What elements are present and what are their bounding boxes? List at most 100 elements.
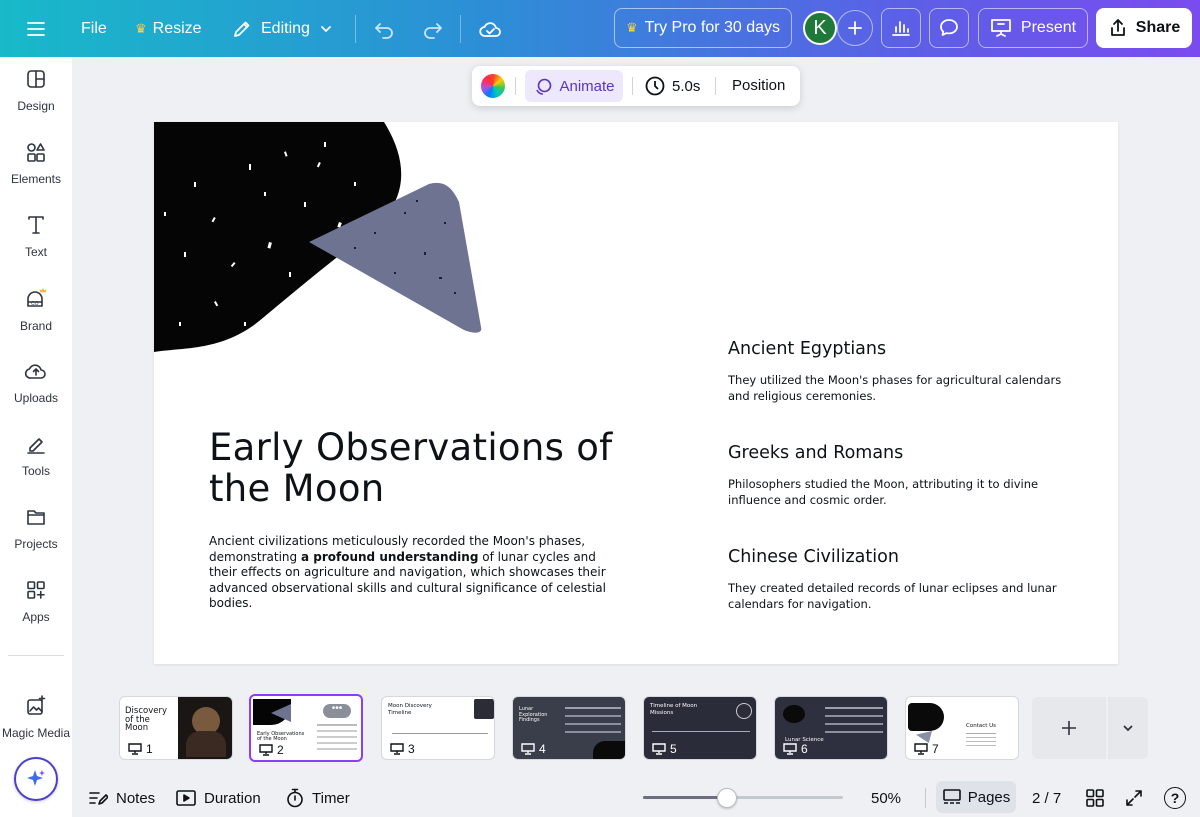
folder-icon <box>27 509 45 525</box>
animate-label: Animate <box>559 77 615 95</box>
expand-icon <box>1126 790 1142 806</box>
section-heading[interactable]: Ancient Egyptians <box>728 339 886 359</box>
share-button[interactable]: Share <box>1096 8 1192 48</box>
pages-icon <box>942 789 961 804</box>
thumb-image <box>178 697 232 759</box>
zoom-slider-fill <box>643 796 727 799</box>
thumb-title: Contact Us <box>966 723 997 729</box>
present-icon <box>390 743 404 755</box>
magic-media-icon <box>27 694 46 715</box>
page-thumbnail-7[interactable]: Contact Us 7 <box>905 696 1019 760</box>
resize-label: Resize <box>152 19 202 37</box>
page-options-button[interactable] <box>1108 697 1148 759</box>
user-avatar[interactable]: K <box>803 11 837 45</box>
thumb-image <box>474 699 494 719</box>
notes-button[interactable]: Notes <box>88 784 155 812</box>
help-button[interactable]: ? <box>1164 784 1186 812</box>
redo-icon <box>424 22 442 39</box>
thumb-title: Discovery of the Moon <box>125 706 167 733</box>
clock-icon <box>645 76 665 96</box>
sidebar-item-text[interactable]: Text <box>0 203 72 269</box>
help-icon: ? <box>1164 787 1186 809</box>
redo-button[interactable] <box>421 0 443 57</box>
editing-mode-dropdown[interactable]: Editing <box>232 0 333 57</box>
cloud-save-status[interactable] <box>478 0 502 57</box>
section-text[interactable]: They created detailed records of lunar e… <box>728 581 1068 612</box>
undo-button[interactable] <box>374 0 396 57</box>
section-heading[interactable]: Greeks and Romans <box>728 443 903 463</box>
sidebar-item-elements[interactable]: Elements <box>0 130 72 196</box>
play-box-icon <box>176 790 196 806</box>
duration-toggle-label: Duration <box>204 789 261 807</box>
zoom-slider-handle[interactable] <box>717 788 737 808</box>
sidebar-item-design[interactable]: Design <box>0 57 72 123</box>
page-thumbnail-4[interactable]: Lunar Exploration Findings 4 <box>512 696 626 760</box>
timer-label: Timer <box>312 789 350 807</box>
cloud-check-icon <box>479 21 501 37</box>
sidebar-item-apps[interactable]: Apps <box>0 568 72 634</box>
thumb-number: 3 <box>390 742 415 756</box>
toolbar-divider <box>460 15 461 43</box>
sidebar-label: Text <box>24 244 47 259</box>
duration-button[interactable]: 5.0s <box>644 75 700 97</box>
slide-body-text[interactable]: Ancient civilizations meticulously recor… <box>209 534 609 612</box>
left-sidebar: Design Elements Text CO Brand Uploads To… <box>0 57 72 817</box>
section-text[interactable]: Philosophers studied the Moon, attributi… <box>728 477 1068 508</box>
thumb-number: 5 <box>652 742 677 756</box>
page-thumbnail-3[interactable]: Moon Discovery Timeline 3 <box>381 696 495 760</box>
section-text[interactable]: They utilized the Moon's phases for agri… <box>728 373 1068 404</box>
animate-button[interactable]: Animate <box>525 70 623 102</box>
position-button[interactable]: Position <box>732 77 785 94</box>
moon-blob-graphic[interactable] <box>154 122 494 362</box>
sidebar-item-projects[interactable]: Projects <box>0 495 72 561</box>
page-thumbnail-1[interactable]: Discovery of the Moon 1 <box>119 696 233 760</box>
sidebar-label: Brand <box>19 318 53 333</box>
pencil-icon <box>234 21 250 37</box>
present-button[interactable]: Present <box>978 8 1088 48</box>
thumb-timeline <box>392 733 488 734</box>
sidebar-divider <box>8 655 64 656</box>
slide-title[interactable]: Early Observations of the Moon <box>209 427 629 509</box>
slide-canvas[interactable]: Early Observations of the Moon Ancient c… <box>154 122 1118 664</box>
thumb-image <box>783 705 805 723</box>
thumb-number: 6 <box>783 742 808 756</box>
magic-assistant-button[interactable] <box>14 757 58 801</box>
page-thumbnail-5[interactable]: Timeline of Moon Missions 5 <box>643 696 757 760</box>
duration-toggle[interactable]: Duration <box>176 784 261 812</box>
sidebar-item-magic-media[interactable]: Magic Media <box>0 684 72 750</box>
thumb-number: 1 <box>128 742 153 756</box>
invite-button[interactable] <box>837 10 873 46</box>
page-thumbnail-2[interactable]: ••• Early Observations of the Moon 2 <box>249 694 363 762</box>
zoom-level: 50% <box>871 789 902 807</box>
color-picker-button[interactable] <box>481 74 505 98</box>
pages-button[interactable]: Pages <box>936 781 1016 813</box>
sidebar-item-brand[interactable]: CO Brand <box>0 276 72 342</box>
zoom-slider[interactable] <box>643 788 843 808</box>
zoom-level-button[interactable]: 50% <box>871 784 901 812</box>
svg-text:CO: CO <box>31 301 39 307</box>
sidebar-item-tools[interactable]: Tools <box>0 422 72 488</box>
animate-icon <box>536 78 552 95</box>
add-page-button[interactable] <box>1032 697 1106 759</box>
grid-view-button[interactable] <box>1085 784 1105 812</box>
thumb-title: Early Observations of the Moon <box>257 731 305 742</box>
section-heading[interactable]: Chinese Civilization <box>728 547 899 567</box>
file-menu-button[interactable]: File <box>81 0 107 57</box>
comments-button[interactable] <box>929 8 969 48</box>
resize-button[interactable]: ♛ Resize <box>135 0 202 57</box>
thumb-timeline <box>652 731 750 732</box>
try-pro-button[interactable]: ♛ Try Pro for 30 days <box>614 8 792 48</box>
thumb-lines <box>966 733 996 734</box>
fullscreen-button[interactable] <box>1124 784 1144 812</box>
timer-button[interactable]: Timer <box>286 784 350 812</box>
avatar-initial: K <box>813 16 827 39</box>
main-menu-button[interactable] <box>26 0 46 57</box>
insights-button[interactable] <box>881 8 921 48</box>
plus-icon <box>848 21 862 35</box>
present-icon <box>652 743 666 755</box>
sidebar-item-uploads[interactable]: Uploads <box>0 349 72 415</box>
plus-icon <box>1062 721 1076 735</box>
thumb-more-options[interactable]: ••• <box>323 704 351 718</box>
page-thumbnail-6[interactable]: Lunar Science 6 <box>774 696 888 760</box>
page-indicator: 2 / 7 <box>1032 784 1061 812</box>
